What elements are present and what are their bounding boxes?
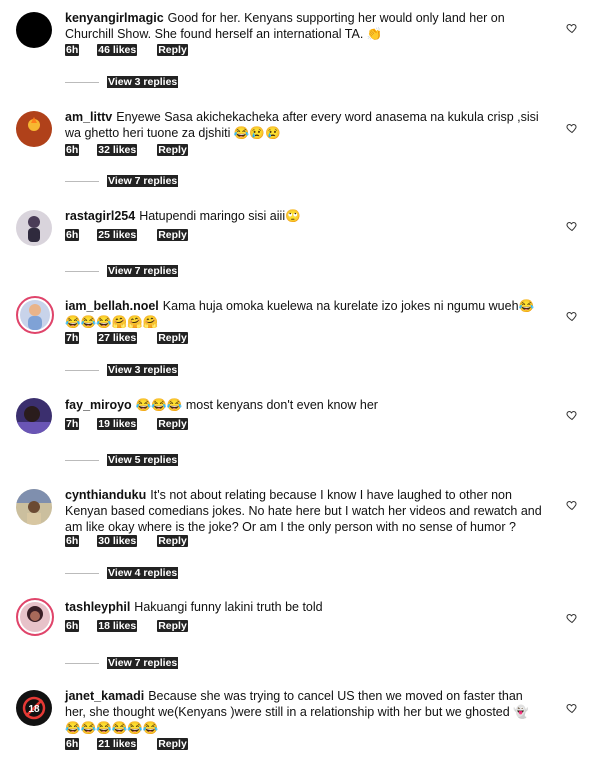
- likes-count[interactable]: 46 likes: [97, 44, 138, 56]
- likes-count[interactable]: 27 likes: [97, 332, 138, 344]
- timestamp: 6h: [65, 229, 80, 241]
- person-photo-icon: [16, 406, 52, 434]
- view-replies-label: View 4 replies: [107, 567, 179, 579]
- timestamp: 7h: [65, 332, 80, 344]
- heart-icon[interactable]: [566, 310, 578, 322]
- timestamp: 6h: [65, 738, 80, 750]
- avatar[interactable]: 18: [16, 690, 52, 726]
- likes-count[interactable]: 18 likes: [97, 620, 138, 632]
- view-replies-label: View 3 replies: [107, 76, 179, 88]
- username[interactable]: kenyangirlmagic: [65, 11, 164, 25]
- comment-meta: 6h 32 likes Reply: [65, 144, 188, 156]
- username[interactable]: tashleyphil: [65, 600, 130, 614]
- comment-body: janet_kamadi Because she was trying to ca…: [65, 688, 545, 736]
- timestamp: 6h: [65, 620, 80, 632]
- divider: [65, 459, 99, 461]
- comment-meta: 6h 18 likes Reply: [65, 620, 188, 632]
- comment-meta: 6h 25 likes Reply: [65, 229, 188, 241]
- comment-meta: 7h 19 likes Reply: [65, 418, 188, 430]
- divider: [65, 572, 99, 574]
- view-replies-label: View 3 replies: [107, 364, 179, 376]
- view-replies-label: View 7 replies: [107, 265, 179, 277]
- username[interactable]: rastagirl254: [65, 209, 135, 223]
- heart-icon[interactable]: [566, 702, 578, 714]
- person-photo-icon: [28, 304, 42, 330]
- likes-count[interactable]: 21 likes: [97, 738, 138, 750]
- person-photo-icon: [28, 216, 40, 242]
- comment-meta: 6h 46 likes Reply: [65, 44, 188, 56]
- timestamp: 6h: [65, 535, 80, 547]
- reply-button[interactable]: Reply: [157, 229, 188, 241]
- username[interactable]: iam_bellah.noel: [65, 299, 159, 313]
- username[interactable]: am_littv: [65, 110, 112, 124]
- comment-text: Hakuangi funny lakini truth be told: [134, 600, 323, 614]
- reply-button[interactable]: Reply: [157, 738, 188, 750]
- username[interactable]: janet_kamadi: [65, 689, 144, 703]
- view-replies-button[interactable]: View 7 replies: [65, 657, 179, 669]
- view-replies-button[interactable]: View 7 replies: [65, 265, 179, 277]
- avatar[interactable]: [16, 598, 54, 636]
- timestamp: 6h: [65, 144, 80, 156]
- divider: [65, 270, 99, 272]
- avatar[interactable]: [16, 296, 54, 334]
- 18-plus-icon: 18: [22, 696, 46, 720]
- reply-button[interactable]: Reply: [157, 44, 188, 56]
- avatar[interactable]: [16, 489, 52, 525]
- heart-icon[interactable]: [566, 122, 578, 134]
- likes-count[interactable]: 30 likes: [97, 535, 138, 547]
- avatar[interactable]: [16, 111, 52, 147]
- divider: [65, 369, 99, 371]
- comment-text: 😂😂😂 most kenyans don't even know her: [135, 398, 378, 412]
- comment-body: iam_bellah.noel Kama huja omoka kuelewa n…: [65, 298, 545, 330]
- likes-count[interactable]: 25 likes: [97, 229, 138, 241]
- view-replies-label: View 5 replies: [107, 454, 179, 466]
- view-replies-button[interactable]: View 7 replies: [65, 175, 179, 187]
- view-replies-label: View 7 replies: [107, 657, 179, 669]
- timestamp: 6h: [65, 44, 80, 56]
- heart-icon[interactable]: [566, 220, 578, 232]
- comment-body: fay_miroyo 😂😂😂 most kenyans don't even kn…: [65, 397, 545, 413]
- view-replies-button[interactable]: View 4 replies: [65, 567, 179, 579]
- heart-icon[interactable]: [566, 612, 578, 624]
- view-replies-button[interactable]: View 5 replies: [65, 454, 179, 466]
- comment-body: cynthianduku It's not about relating beca…: [65, 487, 545, 535]
- reply-button[interactable]: Reply: [157, 144, 188, 156]
- username[interactable]: cynthianduku: [65, 488, 146, 502]
- heart-icon[interactable]: [566, 409, 578, 421]
- view-replies-button[interactable]: View 3 replies: [65, 76, 179, 88]
- likes-count[interactable]: 32 likes: [97, 144, 138, 156]
- divider: [65, 662, 99, 664]
- person-photo-icon: [16, 489, 52, 525]
- comment-body: kenyangirlmagic Good for her. Kenyans sup…: [65, 10, 545, 42]
- timestamp: 7h: [65, 418, 80, 430]
- view-replies-label: View 7 replies: [107, 175, 179, 187]
- divider: [65, 180, 99, 182]
- username[interactable]: fay_miroyo: [65, 398, 132, 412]
- comment-body: tashleyphil Hakuangi funny lakini truth b…: [65, 599, 545, 615]
- comment-body: rastagirl254 Hatupendi maringo sisi aiii🙄: [65, 208, 545, 224]
- comment-body: am_littv Enyewe Sasa akichekacheka after …: [65, 109, 545, 141]
- divider: [65, 81, 99, 83]
- reply-button[interactable]: Reply: [157, 418, 188, 430]
- view-replies-button[interactable]: View 3 replies: [65, 364, 179, 376]
- reply-button[interactable]: Reply: [157, 620, 188, 632]
- reply-button[interactable]: Reply: [157, 332, 188, 344]
- svg-text:18: 18: [28, 704, 40, 715]
- comment-meta: 6h 21 likes Reply: [65, 738, 188, 750]
- comment-meta: 6h 30 likes Reply: [65, 535, 188, 547]
- comment-text: Enyewe Sasa akichekacheka after every wo…: [65, 110, 539, 140]
- reply-button[interactable]: Reply: [157, 535, 188, 547]
- am-littv-logo-icon: [28, 117, 40, 131]
- comment-text: Hatupendi maringo sisi aiii🙄: [139, 209, 301, 223]
- person-photo-icon: [27, 606, 43, 622]
- likes-count[interactable]: 19 likes: [97, 418, 138, 430]
- heart-icon[interactable]: [566, 499, 578, 511]
- avatar[interactable]: [16, 210, 52, 246]
- comment-meta: 7h 27 likes Reply: [65, 332, 188, 344]
- avatar[interactable]: [16, 12, 52, 48]
- heart-icon[interactable]: [566, 22, 578, 34]
- avatar[interactable]: [16, 398, 52, 434]
